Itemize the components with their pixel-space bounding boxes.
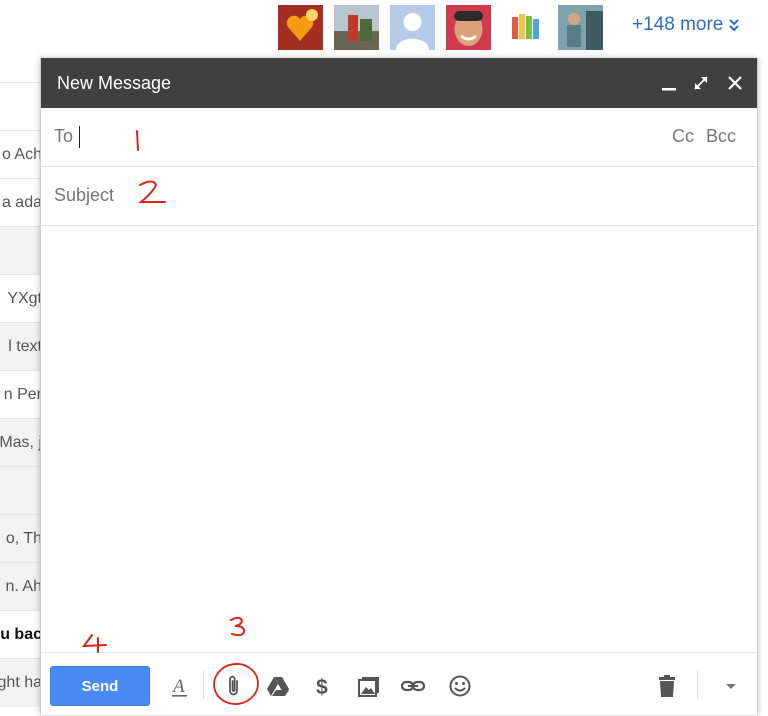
people-strip: +148 more: [0, 0, 768, 55]
avatar-heart-photo[interactable]: [278, 5, 323, 50]
bcc-link[interactable]: Bcc: [706, 126, 736, 147]
message-body[interactable]: [41, 227, 757, 652]
annotation-3: 3: [226, 614, 246, 637]
minimize-icon[interactable]: [659, 73, 679, 93]
send-button[interactable]: Send: [50, 666, 150, 706]
google-drive-icon[interactable]: [265, 673, 291, 699]
more-options-icon[interactable]: [718, 673, 744, 699]
send-money-icon[interactable]: $: [310, 673, 336, 699]
svg-text:2: 2: [133, 178, 134, 179]
inbox-row[interactable]: a ada: [0, 178, 40, 227]
insert-photo-icon[interactable]: [356, 673, 382, 699]
to-label: To: [54, 126, 74, 146]
more-people-link[interactable]: +148 more: [632, 14, 723, 36]
insert-link-icon[interactable]: [400, 673, 426, 699]
inbox-row-snippet: a ada: [1, 194, 40, 211]
annotation-2: 2: [133, 178, 166, 203]
inbox-row-snippet: l text: [8, 338, 40, 355]
compose-titlebar[interactable]: New Message: [41, 58, 757, 108]
cc-link[interactable]: Cc: [672, 126, 694, 147]
inbox-row-snippet: o, Th: [5, 530, 40, 547]
svg-text:A: A: [171, 676, 185, 697]
inbox-row-snippet: n Per: [3, 386, 40, 403]
svg-text:3: 3: [226, 614, 227, 615]
svg-text:4: 4: [80, 632, 81, 633]
inbox-row[interactable]: o, Th: [0, 514, 40, 563]
subject-placeholder: Subject: [54, 185, 115, 205]
inbox-row-snippet: u bac: [0, 626, 40, 643]
compose-title: New Message: [57, 73, 172, 93]
inbox-list: o Ach a ada YXgt l text n Per Mas, j o, …: [0, 82, 40, 715]
inbox-row-snippet: n. Ah: [5, 578, 40, 595]
avatar-cards-photo[interactable]: [502, 5, 547, 50]
inbox-row-snippet: ght ha: [0, 674, 40, 691]
inbox-row-snippet: YXgt: [7, 290, 40, 307]
inbox-row[interactable]: YXgt: [0, 274, 40, 323]
avatar-face-photo[interactable]: [446, 5, 491, 50]
inbox-row-snippet: o Ach: [1, 146, 40, 163]
compose-toolbar: Send A $: [41, 652, 757, 716]
inbox-row[interactable]: n. Ah: [0, 562, 40, 611]
inbox-row-unread[interactable]: u bac: [0, 610, 40, 659]
annotation-circle: [213, 663, 259, 705]
close-icon[interactable]: [725, 73, 745, 93]
discard-draft-icon[interactable]: [654, 673, 680, 699]
annotation-4: 4: [80, 632, 107, 653]
toolbar-divider: [697, 671, 698, 699]
annotation-1: 1: [125, 122, 139, 151]
inbox-row[interactable]: ght ha: [0, 658, 40, 707]
inbox-row-snippet: Mas, j: [0, 434, 40, 451]
toolbar-divider: [203, 671, 204, 699]
avatar-street-photo[interactable]: [334, 5, 379, 50]
double-chevron-down-icon[interactable]: [726, 17, 742, 33]
expand-icon[interactable]: [691, 73, 711, 93]
svg-text:1: 1: [125, 122, 126, 123]
inbox-row[interactable]: [0, 82, 40, 131]
inbox-row[interactable]: n Per: [0, 370, 40, 419]
avatar-default[interactable]: [390, 5, 435, 50]
inbox-row[interactable]: [0, 226, 40, 275]
compose-window: New Message To Cc Bcc Subject Send A $: [40, 58, 758, 715]
avatar-person-photo[interactable]: [558, 5, 603, 50]
inbox-row[interactable]: Mas, j: [0, 418, 40, 467]
inbox-row[interactable]: o Ach: [0, 130, 40, 179]
svg-text:$: $: [316, 676, 328, 699]
formatting-options-icon[interactable]: A: [166, 673, 192, 699]
inbox-row[interactable]: [0, 466, 40, 515]
text-caret: [79, 126, 80, 148]
inbox-row[interactable]: l text: [0, 322, 40, 371]
insert-emoji-icon[interactable]: [447, 673, 473, 699]
